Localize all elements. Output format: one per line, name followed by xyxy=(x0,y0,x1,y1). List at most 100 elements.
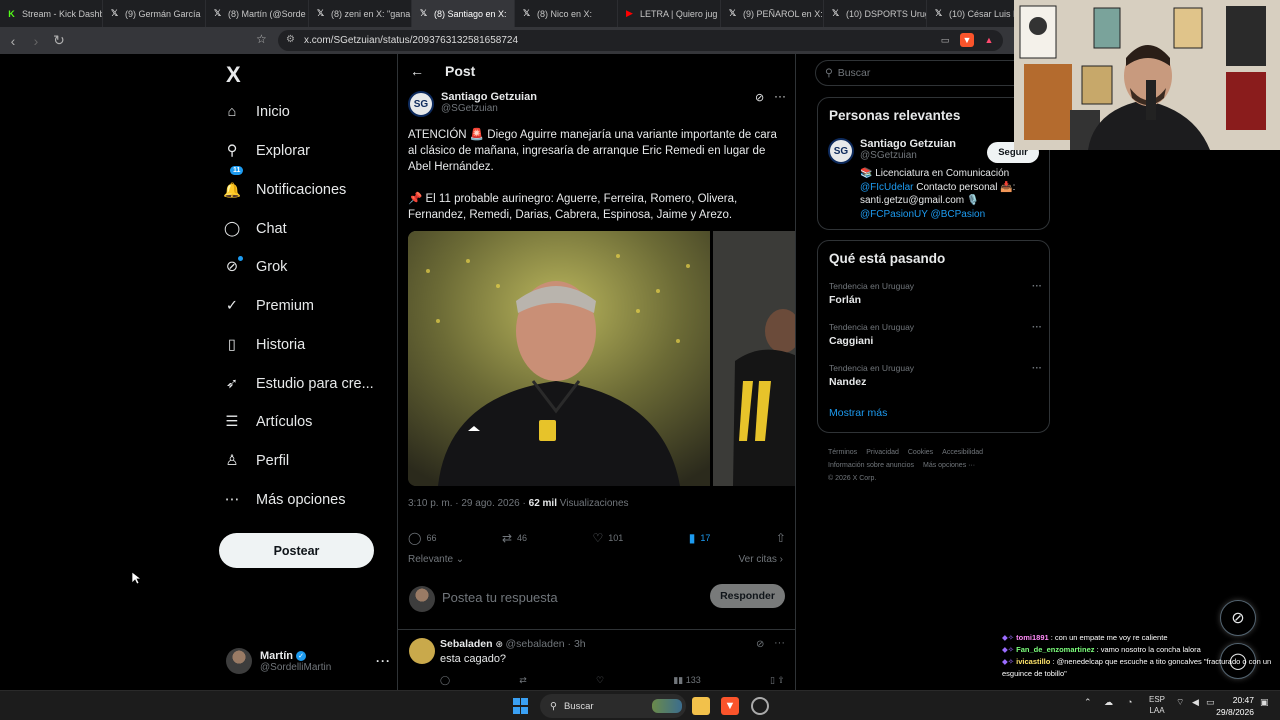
nav-item-label: Estudio para cre... xyxy=(256,376,374,392)
browser-tab[interactable]: 𝕏 (8) zeni en X: "gana xyxy=(309,0,412,27)
tray-chevron-icon[interactable]: ⌃ xyxy=(1084,697,1092,708)
comment-more-icon[interactable]: ··· xyxy=(774,637,785,649)
nav-item-search[interactable]: ⚲ Explorar xyxy=(222,133,310,169)
comment-repost-icon[interactable]: ⇄ xyxy=(519,675,527,686)
nav-item-premium[interactable]: ✓ Premium xyxy=(222,288,314,324)
site-info-icon[interactable]: ⚙ xyxy=(286,34,295,45)
bio-link-2[interactable]: @FCPasionUY @BCPasion xyxy=(860,209,985,220)
browser-tab[interactable]: ▶ LETRA | Quiero jug xyxy=(618,0,721,27)
trend-item[interactable]: Tendencia en Uruguay Nandez ··· xyxy=(829,363,1042,388)
trend-more-icon[interactable]: ··· xyxy=(1032,281,1042,292)
tweet-more-icon[interactable]: ··· xyxy=(774,89,786,103)
brave-browser-icon[interactable]: ▼ xyxy=(721,697,739,715)
browser-tab[interactable]: 𝕏 (10) DSPORTS Urug xyxy=(824,0,927,27)
comment-reply-icon[interactable]: ◯ xyxy=(440,675,450,686)
network-icon[interactable]: ◔ xyxy=(1127,697,1132,707)
comment-views[interactable]: ▮▮ 133 xyxy=(673,675,700,686)
wifi-icon[interactable]: ⌔ xyxy=(1176,697,1184,708)
nav-item-articles[interactable]: ☰ Artículos xyxy=(222,404,313,440)
comment-author[interactable]: Sebaladen xyxy=(440,638,493,650)
tweet-author[interactable]: SG Santiago Getzuian @SGetzuian xyxy=(408,91,537,117)
post-button[interactable]: Postear xyxy=(219,533,374,568)
account-more-icon[interactable]: ··· xyxy=(376,654,391,668)
chat-username[interactable]: ivicastillo xyxy=(1016,657,1050,666)
browser-tab[interactable]: 𝕏 (8) Martín (@Sorde xyxy=(206,0,309,27)
share-action[interactable]: ⇧ xyxy=(776,531,786,545)
nav-item-profile[interactable]: ♙ Perfil xyxy=(222,443,290,479)
reply-action[interactable]: ◯ 66 xyxy=(408,531,436,545)
browser-tab[interactable]: 𝕏 (9) Germán García xyxy=(103,0,206,27)
file-explorer-icon[interactable] xyxy=(692,697,710,715)
tweet-image-1[interactable] xyxy=(408,231,710,486)
chat-username[interactable]: Fan_de_enzomartinez xyxy=(1016,645,1094,654)
bookmark-page-icon[interactable]: ☆ xyxy=(256,32,272,48)
volume-icon[interactable]: ◀ xyxy=(1192,697,1199,708)
nav-item-grok[interactable]: ⊘ Grok xyxy=(222,249,287,285)
grok-icon[interactable]: ⊘ xyxy=(755,91,764,104)
account-switcher[interactable]: Martín ✓ @SordelliMartin ··· xyxy=(226,644,391,678)
author-avatar[interactable]: SG xyxy=(408,91,434,117)
sort-dropdown[interactable]: Relevante ⌄ xyxy=(408,554,464,565)
browser-tab[interactable]: K Stream - Kick Dashboard xyxy=(0,0,103,27)
brave-shield-icon[interactable]: ▼ xyxy=(960,33,974,47)
lang-indicator[interactable]: ESP LAA xyxy=(1149,694,1165,716)
trend-item[interactable]: Tendencia en Uruguay Caggiani ··· xyxy=(829,322,1042,347)
back-arrow-icon[interactable]: ← xyxy=(410,63,424,79)
comment-grok-icon[interactable]: ⊘ xyxy=(756,639,764,650)
comment[interactable]: Sebaladen ⊛ @sebaladen · 3h ⊘ ··· esta c… xyxy=(398,631,795,690)
footer-link[interactable]: Información sobre anuncios xyxy=(828,462,914,469)
relevant-user-handle[interactable]: @SGetzuian xyxy=(860,150,956,161)
forward-icon[interactable]: › xyxy=(26,31,46,51)
chat-username[interactable]: tomi1891 xyxy=(1016,633,1049,642)
cast-icon[interactable]: ▭ xyxy=(938,33,952,47)
comment-like-icon[interactable]: ♡ xyxy=(596,675,604,686)
nav-item-chat[interactable]: ◯ Chat xyxy=(222,211,287,247)
brave-rewards-icon[interactable]: ▲ xyxy=(982,33,996,47)
footer-link[interactable]: Términos xyxy=(828,449,857,456)
back-icon[interactable]: ‹ xyxy=(3,31,23,51)
grok-float-button[interactable]: ⊘ xyxy=(1220,600,1256,636)
reload-icon[interactable]: ↻ xyxy=(49,31,69,51)
comment-avatar[interactable] xyxy=(409,638,435,664)
footer-link[interactable]: Privacidad xyxy=(866,449,899,456)
nav-item-home[interactable]: ⌂ Inicio xyxy=(222,94,290,130)
nav-item-more[interactable]: ⋯ Más opciones xyxy=(222,482,346,518)
taskbar-search[interactable]: ⚲ Buscar xyxy=(540,694,686,718)
trend-more-icon[interactable]: ··· xyxy=(1032,322,1042,333)
tweet-image-2[interactable] xyxy=(713,231,795,486)
relevant-user-avatar[interactable]: SG xyxy=(828,138,854,164)
start-button[interactable] xyxy=(513,698,529,714)
browser-tab[interactable]: 𝕏 (9) PEÑAROL en X: xyxy=(721,0,824,27)
url-input[interactable]: ⚙ x.com/SGetzuian/status/209376313258165… xyxy=(278,30,1003,51)
repost-action[interactable]: ⇄ 46 xyxy=(502,531,527,545)
author-handle[interactable]: @SGetzuian xyxy=(441,103,537,114)
reply-input[interactable]: Postea tu respuesta xyxy=(442,590,558,605)
x-logo-icon[interactable]: X xyxy=(226,62,241,88)
cloud-icon[interactable]: ☁ xyxy=(1104,697,1113,708)
relevant-user-name[interactable]: Santiago Getzuian xyxy=(860,138,956,150)
system-clock[interactable]: 20:47 29/8/2026 xyxy=(1214,694,1254,718)
nav-item-bell[interactable]: 11 🔔 Notificaciones xyxy=(222,166,346,208)
reply-button[interactable]: Responder xyxy=(710,584,785,608)
bookmark-action[interactable]: ▮ 17 xyxy=(689,531,711,545)
page-title: Post xyxy=(445,63,476,79)
author-name[interactable]: Santiago Getzuian xyxy=(441,91,537,103)
footer-link[interactable]: Más opciones ··· xyxy=(923,462,975,469)
nav-item-bookmark[interactable]: ▯ Historia xyxy=(222,327,305,363)
webcam-image xyxy=(1014,0,1280,150)
trend-item[interactable]: Tendencia en Uruguay Forlán ··· xyxy=(829,281,1042,306)
like-action[interactable]: ♡ 101 xyxy=(593,531,624,545)
view-quotes-link[interactable]: Ver citas › xyxy=(739,554,783,565)
browser-tab[interactable]: 𝕏 (8) Santiago en X: xyxy=(412,0,515,27)
trend-more-icon[interactable]: ··· xyxy=(1032,363,1042,374)
relevant-user[interactable]: SG Santiago Getzuian @SGetzuian xyxy=(828,138,956,164)
footer-link[interactable]: Cookies xyxy=(908,449,933,456)
browser-tab[interactable]: 𝕏 (8) Nico en X: xyxy=(515,0,618,27)
bio-link-1[interactable]: @FIcUdelar xyxy=(860,182,914,193)
notification-icon[interactable]: ▣ xyxy=(1260,697,1269,708)
footer-link[interactable]: Accesibilidad xyxy=(942,449,983,456)
comment-bookmark-icon[interactable]: ▯ ⇧ xyxy=(770,675,785,686)
show-more-link[interactable]: Mostrar más xyxy=(829,407,887,419)
nav-item-rocket[interactable]: ➶ Estudio para cre... xyxy=(222,366,374,402)
app-icon[interactable] xyxy=(751,697,769,715)
